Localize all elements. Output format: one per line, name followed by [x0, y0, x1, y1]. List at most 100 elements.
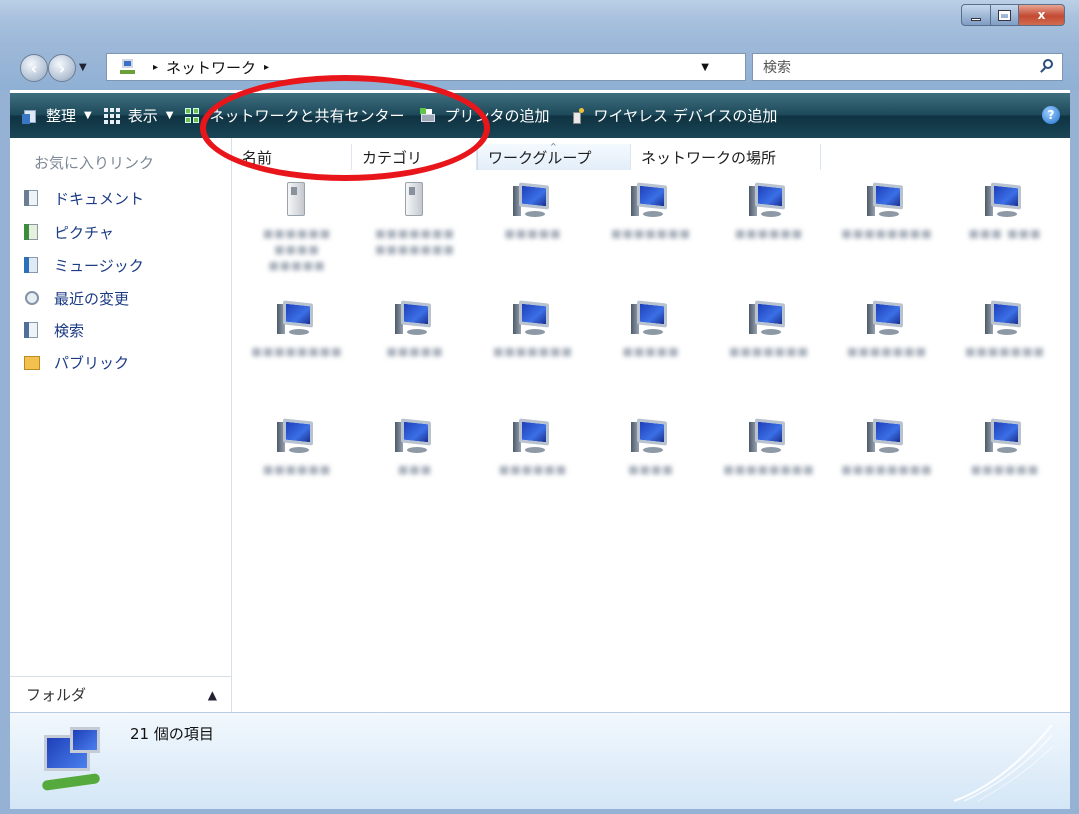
help-button[interactable]: ? — [1042, 106, 1060, 124]
network-item-label: ■■■■■ — [622, 345, 680, 358]
title-bar[interactable]: x — [0, 0, 1079, 46]
address-dropdown-icon[interactable]: ▼ — [701, 62, 709, 73]
maximize-icon — [998, 9, 1011, 21]
breadcrumb-separator-icon[interactable]: ▸ — [264, 62, 269, 73]
favorite-link-documents[interactable]: ドキュメント — [24, 186, 144, 210]
network-item[interactable]: ■■■ — [356, 410, 474, 528]
favorite-link-public[interactable]: パブリック — [24, 350, 129, 374]
computer-icon — [277, 300, 317, 340]
column-header-network-location[interactable]: ネットワークの場所 — [631, 144, 821, 170]
forward-button[interactable]: › — [48, 54, 76, 82]
network-item[interactable]: ■■■■■■■ ■■■■■■■ — [356, 174, 474, 292]
network-item[interactable]: ■■■■■ — [592, 292, 710, 410]
view-label: 表示 — [127, 107, 158, 125]
network-item[interactable]: ■■■■■■ — [710, 174, 828, 292]
network-large-icon — [36, 727, 106, 797]
chevron-down-icon: ▼ — [165, 110, 174, 121]
favorite-link-pictures[interactable]: ピクチャ — [24, 220, 114, 244]
help-icon: ? — [1047, 108, 1055, 122]
network-item[interactable]: ■■■■■■■ — [828, 292, 946, 410]
network-item-label: ■■■■■■■■ — [251, 345, 343, 358]
window-frame-right — [1070, 90, 1079, 814]
network-item[interactable]: ■■■■■■ ■■■■ ■■■■■ — [238, 174, 356, 292]
network-item-label: ■■■■■■■ — [493, 345, 573, 358]
network-item[interactable]: ■■■ ■■■ — [946, 174, 1064, 292]
network-item-label: ■■■■■■■ ■■■■■■■ — [375, 227, 455, 256]
add-printer-button[interactable]: プリンタの追加 — [420, 105, 549, 126]
documents-icon — [24, 189, 40, 207]
column-header-name[interactable]: 名前 — [232, 144, 352, 170]
column-header-label: ワークグループ — [488, 148, 592, 167]
recent-pages-dropdown-icon[interactable]: ▼ — [79, 62, 87, 73]
favorite-link-searches[interactable]: 検索 — [24, 318, 84, 342]
breadcrumb-separator-icon[interactable]: ▸ — [153, 62, 158, 73]
maximize-button[interactable] — [991, 4, 1019, 26]
search-icon[interactable] — [1040, 59, 1054, 73]
network-item[interactable]: ■■■■■■■ — [474, 292, 592, 410]
favorite-link-recent-changes[interactable]: 最近の変更 — [24, 286, 129, 310]
item-count: 21 個の項目 — [130, 725, 214, 743]
computer-icon — [513, 182, 553, 222]
computer-icon — [749, 300, 789, 340]
network-item[interactable]: ■■■■■■■■ — [828, 410, 946, 528]
network-item[interactable]: ■■■■■■■■ — [828, 174, 946, 292]
network-item-label: ■■■■■■ — [734, 227, 804, 240]
computer-icon — [985, 418, 1025, 458]
forward-arrow-icon: › — [58, 58, 66, 78]
network-item[interactable]: ■■■■■■ — [474, 410, 592, 528]
recent-changes-icon — [24, 289, 40, 307]
network-item-label: ■■■■■■■ — [729, 345, 809, 358]
network-item[interactable]: ■■■■■ — [474, 174, 592, 292]
search-input[interactable]: 検索 — [752, 53, 1063, 81]
file-list-view: 名前 カテゴリ ^ ワークグループ ネットワークの場所 ■■■■■■ ■■■■ … — [232, 138, 1070, 712]
network-item[interactable]: ■■■■■■ — [946, 410, 1064, 528]
pictures-icon — [24, 223, 40, 241]
network-item[interactable]: ■■■■■■■■ — [238, 292, 356, 410]
network-item-label: ■■■■■■■ — [611, 227, 691, 240]
minimize-button[interactable] — [961, 4, 991, 26]
computer-icon — [867, 300, 907, 340]
column-header-label: 名前 — [242, 148, 273, 167]
computer-icon — [749, 182, 789, 222]
computer-icon — [631, 300, 671, 340]
computer-icon — [867, 182, 907, 222]
navigation-pane: お気に入りリンク ドキュメント ピクチャ ミュージック 最近の変更 検索 パブリ… — [10, 138, 232, 712]
sort-ascending-icon: ^ — [550, 142, 557, 151]
window-frame-bottom — [0, 809, 1079, 814]
network-item-label: ■■■■■ — [386, 345, 444, 358]
close-button[interactable]: x — [1019, 4, 1065, 26]
chevron-up-icon: ▲ — [207, 687, 217, 702]
column-headers: 名前 カテゴリ ^ ワークグループ ネットワークの場所 — [232, 142, 821, 170]
network-item[interactable]: ■■■■■■ — [238, 410, 356, 528]
back-button[interactable]: ‹ — [20, 54, 48, 82]
network-sharing-center-button[interactable]: ネットワークと共有センター — [185, 105, 404, 126]
network-item[interactable]: ■■■■■■■ — [710, 292, 828, 410]
network-item[interactable]: ■■■■ — [592, 410, 710, 528]
network-item[interactable]: ■■■■■ — [356, 292, 474, 410]
network-item[interactable]: ■■■■■■■ — [946, 292, 1064, 410]
computer-icon — [513, 418, 553, 458]
network-item-label: ■■■■■■ — [498, 463, 568, 476]
favorite-link-label: 検索 — [54, 321, 85, 340]
favorite-link-music[interactable]: ミュージック — [24, 253, 144, 277]
network-item-label: ■■■■■■ — [262, 463, 332, 476]
computer-icon — [985, 300, 1025, 340]
network-item[interactable]: ■■■■■■■■ — [710, 410, 828, 528]
network-item-label: ■■■■■ — [504, 227, 562, 240]
server-icon — [395, 182, 435, 222]
view-button[interactable]: 表示 ▼ — [103, 105, 174, 126]
computer-icon — [513, 300, 553, 340]
favorite-link-label: ドキュメント — [54, 189, 145, 208]
breadcrumb-network[interactable]: ネットワーク — [166, 57, 256, 78]
column-header-workgroup[interactable]: ^ ワークグループ — [477, 142, 631, 170]
organize-button[interactable]: 整理 ▼ — [22, 105, 92, 126]
folders-toggle[interactable]: フォルダ ▲ — [10, 676, 231, 712]
favorite-link-label: ピクチャ — [54, 223, 114, 242]
add-wireless-device-button[interactable]: ワイヤレス デバイスの追加 — [569, 105, 777, 126]
column-header-category[interactable]: カテゴリ — [352, 144, 477, 170]
organize-label: 整理 — [46, 107, 77, 125]
computer-icon — [395, 300, 435, 340]
network-item[interactable]: ■■■■■■■ — [592, 174, 710, 292]
address-bar[interactable]: ▸ ネットワーク ▸ ▼ ↮ — [106, 53, 840, 81]
network-item-label: ■■■■■■■■ — [841, 463, 933, 476]
